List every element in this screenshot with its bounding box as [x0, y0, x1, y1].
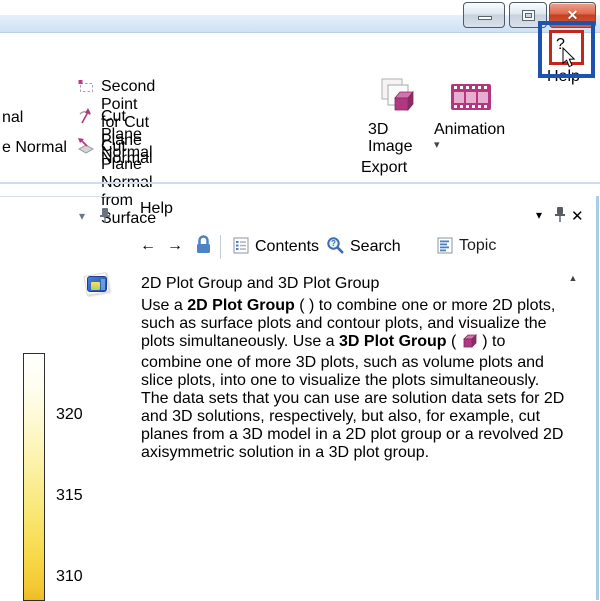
- tab-search-label: Search: [350, 238, 401, 256]
- graphics-panel: ▾ 320 315 310: [0, 196, 122, 600]
- pin-icon[interactable]: [554, 206, 566, 228]
- toolbar-separator: [220, 235, 221, 259]
- ribbon: nal e Normal Second Point for Cut Plane …: [0, 33, 600, 184]
- lock-icon[interactable]: [195, 234, 212, 260]
- doc-text: (: [295, 297, 309, 314]
- export-animation-button[interactable]: Animation ▾: [434, 75, 508, 163]
- icon-thumbnail: [91, 282, 100, 290]
- right-panel-edge: [596, 196, 599, 600]
- tab-contents-label: Contents: [255, 238, 319, 256]
- panel-collapse-icon[interactable]: ▾: [79, 209, 85, 223]
- 3d-plot-group-icon: [461, 333, 478, 354]
- pin-icon[interactable]: [99, 207, 111, 229]
- plot-group-icon[interactable]: [83, 271, 111, 299]
- doc-text: Use a: [141, 297, 187, 314]
- help-content: 2D Plot Group and 3D Plot Group Use a 2D…: [133, 267, 586, 600]
- 3d-image-icon: [378, 77, 418, 122]
- tab-topic-active[interactable]: Topic: [431, 232, 513, 260]
- doc-paragraph: Use a 2D Plot Group ( ) to combine one o…: [141, 297, 565, 462]
- minimize-button[interactable]: [463, 2, 505, 28]
- cut-plane-normal-from-surface-icon: [77, 137, 95, 160]
- help-panel-title: Help: [140, 200, 173, 218]
- topic-icon: [437, 237, 454, 260]
- clipped-ribbon-label[interactable]: nal: [2, 109, 23, 127]
- export-3d-image-button[interactable]: 3D Image: [368, 75, 426, 163]
- minimize-icon: [478, 16, 492, 20]
- clipped-ribbon-label[interactable]: e Normal: [2, 139, 67, 157]
- colorbar-tick-label: 310: [56, 568, 83, 586]
- help-panel-close-icon[interactable]: ✕: [571, 207, 584, 225]
- icon-front: [87, 276, 107, 292]
- scroll-up-icon[interactable]: ▲: [562, 273, 584, 283]
- help-panel-menu-icon[interactable]: ▾: [536, 208, 542, 222]
- scrollbar-thumb[interactable]: [564, 308, 581, 418]
- forward-button[interactable]: →: [167, 237, 183, 255]
- colorbar-tick-label: 315: [56, 487, 83, 505]
- contents-icon: [233, 237, 250, 260]
- export-animation-label: Animation: [434, 121, 508, 139]
- export-3d-image-label-line1: 3D: [368, 121, 426, 139]
- maximize-icon: [523, 11, 534, 20]
- tab-topic-label: Topic: [459, 237, 496, 255]
- doc-text: (: [447, 333, 461, 350]
- help-panel: Help ▾ ✕ ← → Contents ?: [129, 196, 591, 600]
- doc-text-bold: 2D Plot Group: [187, 297, 295, 314]
- animation-icon: [450, 83, 492, 116]
- colorbar: [23, 353, 45, 601]
- doc-text: ) to combine one of more 3D plots, such …: [141, 333, 564, 461]
- doc-title: 2D Plot Group and 3D Plot Group: [141, 275, 379, 293]
- scrollbar[interactable]: ▲: [562, 267, 584, 600]
- doc-text-bold: 3D Plot Group: [339, 333, 447, 350]
- colorbar-tick-label: 320: [56, 406, 83, 424]
- export-3d-image-label-line2: Image: [368, 138, 426, 156]
- app-window: ✕ nal e Normal Second Point for Cut Plan…: [0, 0, 600, 600]
- ribbon-bottom-border: [0, 182, 600, 184]
- icon-highlight: [101, 279, 105, 290]
- mouse-cursor-icon: [562, 47, 576, 74]
- back-button[interactable]: ←: [140, 237, 156, 255]
- cut-plane-normal-icon: [77, 107, 95, 130]
- search-icon: ?: [326, 236, 345, 260]
- export-group-label: Export: [361, 159, 521, 177]
- chevron-down-icon[interactable]: ▾: [434, 138, 508, 151]
- svg-text:?: ?: [331, 239, 336, 248]
- second-point-icon: [78, 79, 95, 99]
